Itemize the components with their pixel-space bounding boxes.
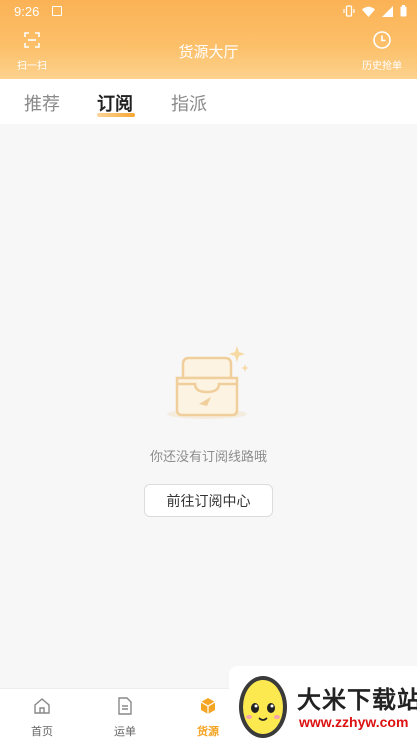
tab-active-indicator: [97, 113, 135, 117]
go-subscription-center-button[interactable]: 前往订阅中心: [144, 484, 273, 517]
empty-message: 你还没有订阅线路哦: [149, 450, 267, 465]
status-time: 9:26: [14, 4, 40, 19]
document-icon: [118, 697, 132, 715]
tab-recommend[interactable]: 推荐: [24, 90, 60, 116]
status-icons: [343, 5, 407, 17]
clock-icon: [373, 31, 391, 49]
battery-icon: [400, 5, 407, 17]
page-title: 货源大厅: [178, 43, 239, 61]
history-orders-button[interactable]: 历史抢单: [357, 30, 407, 72]
wifi-icon: [362, 6, 375, 17]
watermark-title: 大米下载站: [297, 686, 417, 714]
nav-waybill[interactable]: 运单: [95, 697, 155, 739]
tab-bar: 推荐 订阅 指派: [0, 79, 417, 124]
signal-icon: [382, 5, 393, 17]
app-header: 9:26 扫一扫 货源大厅 历史抢单: [0, 0, 417, 79]
watermark: 大米下载站 www.zzhyw.com: [229, 666, 417, 741]
empty-box-icon: [167, 346, 249, 419]
status-bar: 9:26: [0, 0, 417, 24]
nav-waybill-label: 运单: [114, 725, 136, 738]
notification-icon: [52, 6, 62, 16]
mascot-logo: [239, 676, 287, 738]
history-label: 历史抢单: [362, 61, 402, 72]
box-icon: [200, 698, 216, 714]
watermark-url: www.zzhyw.com: [299, 714, 409, 730]
nav-home[interactable]: 首页: [12, 697, 72, 739]
nav-home-label: 首页: [31, 725, 53, 738]
vibrate-icon: [343, 5, 355, 17]
tab-assign[interactable]: 指派: [171, 90, 207, 116]
home-icon: [34, 698, 50, 714]
